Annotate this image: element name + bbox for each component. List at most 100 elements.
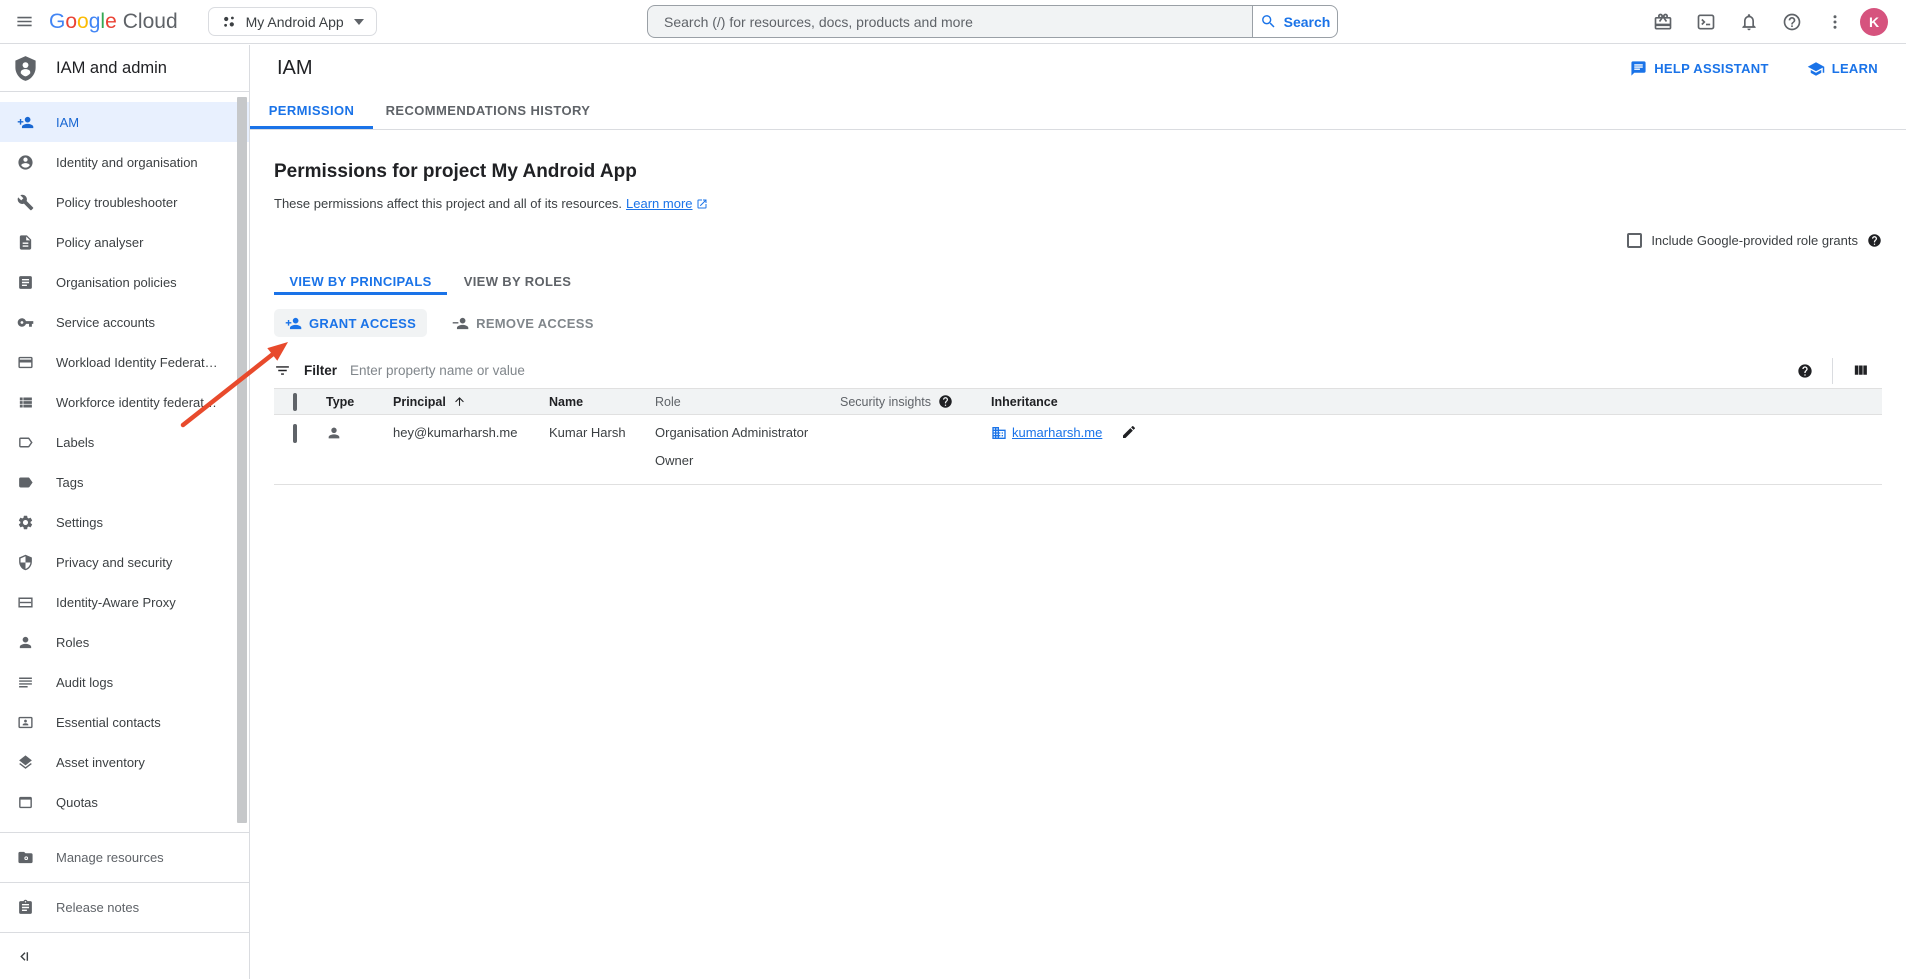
edit-pencil-icon[interactable] [1121, 424, 1137, 440]
help-filled-icon[interactable] [938, 394, 953, 409]
sidebar-item-label: Roles [56, 635, 89, 650]
contact-card-icon [17, 714, 34, 731]
gift-icon[interactable] [1641, 0, 1684, 44]
column-header-principal[interactable]: Principal [388, 395, 544, 409]
tab-permission[interactable]: PERMISSION [250, 92, 373, 129]
filter-label: Filter [304, 363, 337, 378]
sidebar-item-workforce-identity-federat[interactable]: Workforce identity federat… [0, 382, 249, 422]
cloud-shell-icon[interactable] [1684, 0, 1727, 44]
logo-cloud-text: Cloud [123, 10, 178, 34]
sidebar-item-label: Identity-Aware Proxy [56, 595, 176, 610]
project-selector[interactable]: My Android App [208, 7, 377, 36]
tab-recommendations-history[interactable]: RECOMMENDATIONS HISTORY [373, 92, 603, 129]
user-type-person-icon [318, 425, 388, 441]
avatar[interactable]: K [1860, 8, 1888, 36]
sidebar-item-roles[interactable]: Roles [0, 622, 249, 662]
remove-access-label: REMOVE ACCESS [476, 316, 594, 331]
sidebar-footer: Manage resources Release notes [0, 832, 249, 979]
sidebar: IAM and admin IAM Identity and organisati… [0, 45, 250, 979]
search-button[interactable]: Search [1252, 5, 1338, 38]
grant-access-button[interactable]: GRANT ACCESS [274, 309, 427, 337]
actions-row: GRANT ACCESS REMOVE ACCESS [274, 309, 1882, 337]
shield-icon [17, 554, 34, 571]
sidebar-item-essential-contacts[interactable]: Essential contacts [0, 702, 249, 742]
sidebar-item-privacy-and-security[interactable]: Privacy and security [0, 542, 249, 582]
include-grants-checkbox[interactable] [1627, 233, 1642, 248]
row-checkbox[interactable] [293, 424, 297, 443]
sidebar-item-tags[interactable]: Tags [0, 462, 249, 502]
person-add-icon [17, 114, 34, 131]
learn-button[interactable]: LEARN [1807, 60, 1878, 78]
card-icon [17, 354, 34, 371]
filter-input[interactable] [350, 363, 1797, 378]
sidebar-item-identity-aware-proxy[interactable]: Identity-Aware Proxy [0, 582, 249, 622]
lines-icon [17, 674, 34, 691]
inheritance-org-link[interactable]: kumarharsh.me [1012, 425, 1102, 440]
folder-gear-icon [17, 849, 34, 866]
sidebar-scrollbar[interactable] [237, 97, 247, 823]
sidebar-item-label: Identity and organisation [56, 155, 198, 170]
help-icon[interactable] [1770, 0, 1813, 44]
page-title: IAM [277, 57, 313, 80]
header-checkbox-cell [274, 395, 318, 409]
view-tabs: VIEW BY PRINCIPALS VIEW BY ROLES [274, 267, 1882, 295]
help-assistant-button[interactable]: HELP ASSISTANT [1630, 60, 1768, 77]
more-vertical-icon[interactable] [1813, 0, 1856, 44]
cell-name: Kumar Harsh [544, 425, 650, 440]
page-header: IAM HELP ASSISTANT LEARN [250, 45, 1906, 92]
sidebar-item-label: Tags [56, 475, 83, 490]
sidebar-item-audit-logs[interactable]: Audit logs [0, 662, 249, 702]
sidebar-item-workload-identity-federat[interactable]: Workload Identity Federat… [0, 342, 249, 382]
remove-access-button[interactable]: REMOVE ACCESS [452, 315, 594, 332]
graduation-cap-icon [1807, 60, 1825, 78]
sidebar-item-label: Quotas [56, 795, 98, 810]
chevron-down-icon [354, 19, 364, 25]
tab-view-by-roles[interactable]: VIEW BY ROLES [447, 267, 588, 295]
sidebar-item-label: Audit logs [56, 675, 113, 690]
help-filled-icon[interactable] [1867, 233, 1882, 248]
sidebar-item-label: Essential contacts [56, 715, 161, 730]
topbar-actions: K [1641, 0, 1906, 44]
sidebar-item-policy-analyser[interactable]: Policy analyser [0, 222, 249, 262]
menu-hamburger-icon[interactable] [0, 0, 48, 44]
sidebar-item-policy-troubleshooter[interactable]: Policy troubleshooter [0, 182, 249, 222]
notes-icon [17, 899, 34, 916]
sidebar-item-organisation-policies[interactable]: Organisation policies [0, 262, 249, 302]
sidebar-item-identity-and-organisation[interactable]: Identity and organisation [0, 142, 249, 182]
search-input[interactable] [647, 5, 1252, 38]
person-add-icon [285, 315, 302, 332]
sidebar-item-labels[interactable]: Labels [0, 422, 249, 462]
filter-help-icon[interactable] [1797, 363, 1813, 379]
sidebar-item-iam[interactable]: IAM [0, 102, 249, 142]
sidebar-item-asset-inventory[interactable]: Asset inventory [0, 742, 249, 782]
select-all-checkbox[interactable] [293, 393, 297, 411]
sidebar-item-label: Workforce identity federat… [56, 395, 217, 410]
window-icon [17, 794, 34, 811]
divider [1832, 358, 1833, 384]
learn-more-link[interactable]: Learn more [626, 196, 692, 211]
sidebar-item-manage-resources[interactable]: Manage resources [0, 833, 249, 882]
cell-inheritance: kumarharsh.me [987, 425, 1882, 441]
google-cloud-logo[interactable]: Google Cloud [49, 10, 178, 34]
sidebar-item-quotas[interactable]: Quotas [0, 782, 249, 822]
filter-bar: Filter [274, 353, 1882, 388]
sidebar-item-release-notes[interactable]: Release notes [0, 883, 249, 932]
notifications-bell-icon[interactable] [1727, 0, 1770, 44]
include-grants-label: Include Google-provided role grants [1651, 233, 1858, 248]
sidebar-item-label: Manage resources [56, 850, 164, 865]
table-row: hey@kumarharsh.me Kumar Harsh Organisati… [274, 415, 1882, 485]
wrench-icon [17, 194, 34, 211]
collapse-sidebar-button[interactable] [0, 933, 249, 979]
project-name: My Android App [246, 14, 344, 30]
global-search: Search [647, 5, 1338, 38]
sidebar-header: IAM and admin [0, 45, 249, 92]
sidebar-item-settings[interactable]: Settings [0, 502, 249, 542]
column-header-security-insights: Security insights [835, 394, 987, 409]
sidebar-item-label: Workload Identity Federat… [56, 355, 218, 370]
stripe-card-icon [17, 594, 34, 611]
role-line: Owner [655, 453, 835, 468]
column-display-icon[interactable] [1852, 362, 1869, 379]
sidebar-item-service-accounts[interactable]: Service accounts [0, 302, 249, 342]
description-text: These permissions affect this project an… [274, 196, 622, 211]
tab-view-by-principals[interactable]: VIEW BY PRINCIPALS [274, 267, 447, 295]
